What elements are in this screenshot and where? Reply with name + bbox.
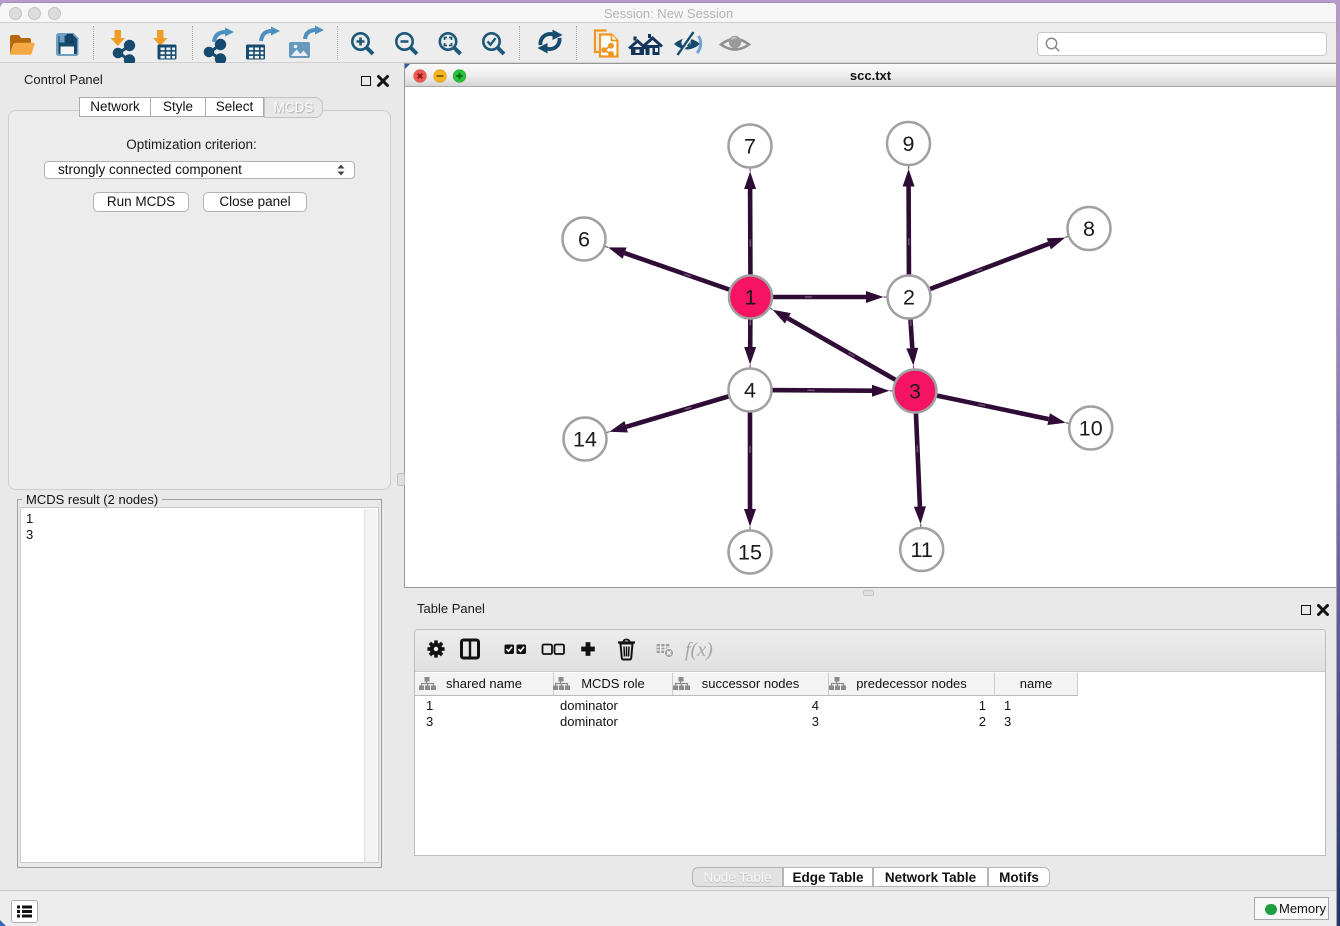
svg-text:1: 1 <box>745 286 757 310</box>
svg-text:4: 4 <box>744 379 756 403</box>
svg-text:7: 7 <box>744 135 756 159</box>
svg-text:15: 15 <box>738 541 762 565</box>
svg-text:f(x): f(x) <box>685 639 713 661</box>
svg-text:11: 11 <box>911 538 933 562</box>
svg-text:14: 14 <box>573 428 597 452</box>
svg-text:3: 3 <box>909 380 921 404</box>
svg-text:10: 10 <box>1079 417 1103 441</box>
svg-text:9: 9 <box>903 132 915 156</box>
svg-text:6: 6 <box>578 228 590 252</box>
svg-text:8: 8 <box>1083 217 1095 241</box>
svg-text:2: 2 <box>903 286 915 310</box>
